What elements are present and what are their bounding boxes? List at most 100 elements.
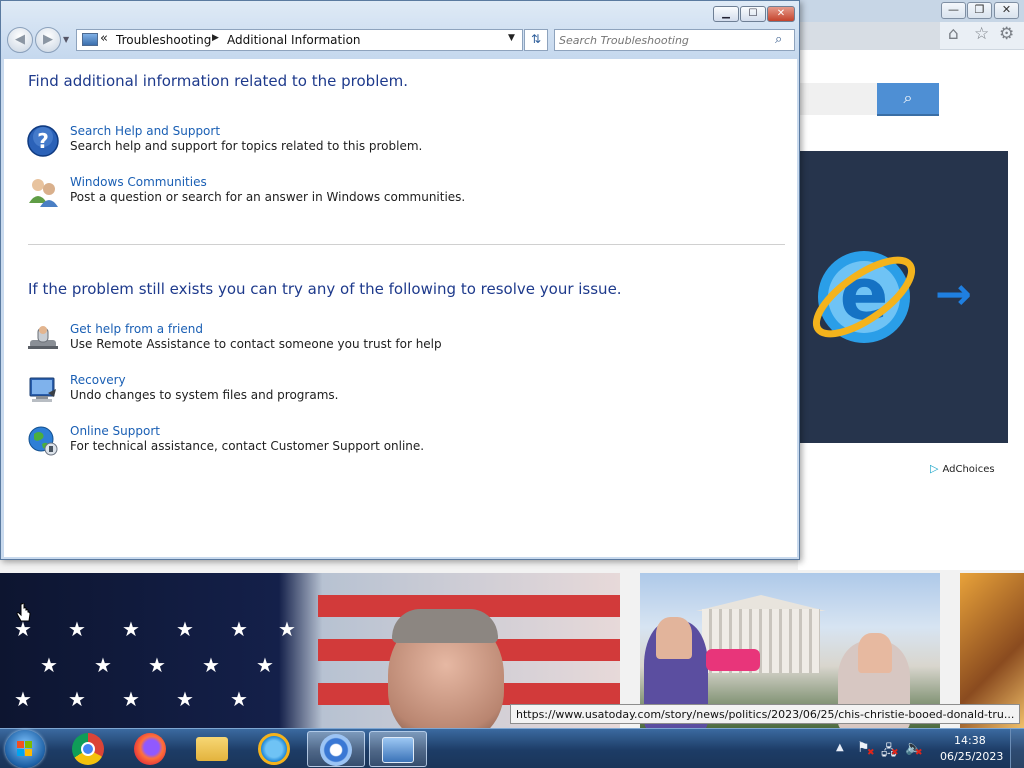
megaphone [706, 649, 760, 671]
task-windows-communities[interactable]: Windows Communities Post a question or s… [26, 175, 726, 215]
task-recovery[interactable]: Recovery Undo changes to system files an… [26, 373, 726, 413]
home-icon[interactable]: ⌂ [948, 24, 959, 44]
flag-star: ★ [14, 687, 32, 711]
recovery-description: Undo changes to system files and program… [70, 388, 339, 402]
file-explorer-icon [196, 737, 228, 761]
volume-muted-icon: ✖ [915, 748, 923, 758]
recovery-icon [29, 377, 56, 402]
windows-communities-description: Post a question or search for an answer … [70, 190, 466, 204]
svg-text:?: ? [37, 129, 49, 153]
protester-face [858, 633, 892, 673]
bg-close-button[interactable]: ✕ [994, 2, 1019, 19]
refresh-button[interactable]: ⇅ [524, 29, 548, 51]
communities-icon [29, 179, 58, 207]
address-dropdown-chevron-down-icon[interactable]: ▼ [508, 33, 515, 43]
flag-star: ★ [68, 687, 86, 711]
breadcrumb-overflow-chevron-icon[interactable]: « [100, 31, 108, 46]
start-button[interactable] [5, 730, 45, 768]
chromium-icon [320, 734, 352, 766]
windows-logo-icon [17, 741, 24, 748]
taskbar-firefox[interactable] [122, 731, 180, 767]
taskbar-chromium[interactable] [307, 731, 365, 767]
flag-star: ★ [122, 617, 140, 641]
search-input[interactable] [559, 32, 769, 48]
forward-button[interactable]: ▶ [35, 27, 61, 53]
webpage-search-input[interactable] [798, 83, 878, 115]
search-box[interactable]: ⌕ [554, 29, 795, 51]
adchoices-link[interactable]: ▷ AdChoices [930, 462, 995, 475]
flag-star: ★ [230, 687, 248, 711]
show-desktop-button[interactable] [1010, 729, 1024, 768]
flag-star: ★ [68, 617, 86, 641]
get-help-from-friend-link[interactable]: Get help from a friend [70, 322, 203, 336]
favorites-star-icon[interactable]: ☆ [974, 24, 989, 44]
flag-star: ★ [148, 653, 166, 677]
windows-logo-icon [17, 749, 24, 756]
section-divider [28, 244, 785, 245]
recovery-link[interactable]: Recovery [70, 373, 126, 387]
flag-star: ★ [278, 617, 296, 641]
background-tab-strip[interactable] [798, 22, 940, 50]
maximize-button[interactable]: ☐ [740, 6, 766, 22]
refresh-icon: ⇅ [530, 32, 542, 46]
background-toolbar: ⌂ ☆ ⚙ [798, 22, 1024, 50]
search-help-link[interactable]: Search Help and Support [70, 124, 220, 138]
flag-star: ★ [40, 653, 58, 677]
settings-gear-icon[interactable]: ⚙ [999, 24, 1014, 44]
clock-date[interactable]: 06/25/2023 [940, 750, 1003, 763]
taskbar-troubleshooting[interactable] [369, 731, 427, 767]
help-icon: ? [27, 125, 59, 157]
chrome-center-icon [81, 742, 95, 756]
arrow-right-icon: → [935, 269, 972, 320]
flag-star: ★ [230, 617, 248, 641]
taskbar-internet-explorer[interactable] [246, 731, 304, 767]
advertisement-banner[interactable]: e → [798, 151, 1008, 443]
windows-communities-link[interactable]: Windows Communities [70, 175, 207, 189]
window-frame-top: ▁ ☐ ✕ ◀ ▶ ▼ « Troubleshooting ▶ Addition… [1, 1, 799, 59]
status-bar-url: https://www.usatoday.com/story/news/poli… [510, 704, 1021, 724]
bg-restore-button[interactable]: ❐ [967, 2, 992, 19]
taskbar-file-explorer[interactable] [184, 731, 242, 767]
section-heading-additional-info: Find additional information related to t… [28, 72, 408, 90]
remote-assistance-icon [28, 326, 58, 349]
troubleshooting-window: ▁ ☐ ✕ ◀ ▶ ▼ « Troubleshooting ▶ Addition… [0, 0, 800, 560]
windows-logo-icon [25, 749, 32, 756]
protester-face [656, 617, 692, 659]
flag-star: ★ [176, 687, 194, 711]
flag-star: ★ [94, 653, 112, 677]
action-center-warning-icon: ✖ [867, 748, 875, 758]
back-button[interactable]: ◀ [7, 27, 33, 53]
flag-star: ★ [176, 617, 194, 641]
bg-minimize-button[interactable]: — [941, 2, 966, 19]
address-bar[interactable]: « Troubleshooting ▶ Additional Informati… [76, 29, 523, 51]
close-button[interactable]: ✕ [767, 6, 795, 22]
minimize-button[interactable]: ▁ [713, 6, 739, 22]
task-online-support[interactable]: Online Support For technical assistance,… [26, 424, 726, 464]
webpage-search-button[interactable]: ⌕ [877, 83, 939, 116]
recent-pages-chevron-down-icon[interactable]: ▼ [63, 35, 69, 44]
adchoices-label: AdChoices [942, 464, 995, 475]
content-pane: Find additional information related to t… [4, 59, 797, 557]
show-hidden-icons-chevron-up-icon[interactable]: ▲ [836, 742, 844, 753]
task-get-help-from-friend[interactable]: Get help from a friend Use Remote Assist… [26, 322, 726, 362]
windows-logo-icon [25, 741, 32, 748]
taskbar-chrome[interactable] [60, 731, 118, 767]
flag-star: ★ [122, 687, 140, 711]
flag-star: ★ [202, 653, 220, 677]
background-webpage: ⌕ e → ▷ AdChoices [798, 50, 1024, 570]
section-heading-resolve-issue: If the problem still exists you can try … [28, 280, 622, 298]
control-panel-location-icon [82, 33, 98, 46]
internet-explorer-logo-icon: e [812, 251, 916, 343]
online-support-description: For technical assistance, contact Custom… [70, 439, 425, 453]
breadcrumb-troubleshooting[interactable]: Troubleshooting [116, 33, 211, 47]
clock-time[interactable]: 14:38 [954, 734, 986, 747]
search-icon[interactable]: ⌕ [775, 32, 782, 47]
hand-pointer-cursor-icon [16, 603, 31, 622]
breadcrumb-additional-information[interactable]: Additional Information [227, 33, 361, 47]
task-search-help[interactable]: ? Search Help and Support Search help an… [26, 124, 726, 164]
firefox-icon [134, 733, 166, 765]
search-help-description: Search help and support for topics relat… [70, 139, 423, 153]
online-support-link[interactable]: Online Support [70, 424, 160, 438]
control-panel-icon [382, 737, 414, 763]
breadcrumb-separator-arrow-icon[interactable]: ▶ [212, 33, 219, 43]
